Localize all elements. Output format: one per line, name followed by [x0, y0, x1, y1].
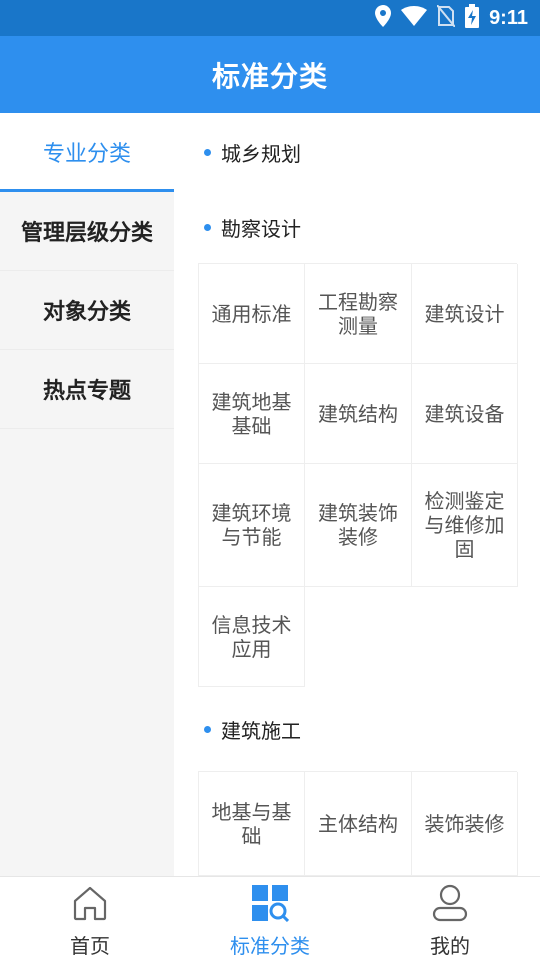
subcategory-grid: 地基与基础 主体结构 装饰装修: [198, 771, 518, 876]
sidebar-item-label: 专业分类: [42, 142, 131, 167]
subcategory-item[interactable]: 建筑环境与节能: [199, 464, 305, 587]
battery-charging-icon: [465, 4, 480, 32]
sidebar-item-hot-topics[interactable]: 热点专题: [0, 350, 174, 429]
subcategory-item[interactable]: 建筑地基基础: [199, 364, 305, 464]
bullet-dot-icon: [204, 148, 211, 156]
section-title: 勘察设计: [221, 216, 301, 241]
nav-label: 我的: [430, 934, 470, 958]
section-title: 城乡规划: [221, 141, 301, 166]
section-header[interactable]: 勘察设计: [174, 191, 540, 263]
subcategory-item[interactable]: 检测鉴定与维修加固: [412, 464, 518, 587]
subcategory-item[interactable]: 建筑设计: [412, 264, 518, 364]
subcategory-item[interactable]: 装饰装修: [412, 772, 518, 876]
subcategory-grid: 通用标准 工程勘察测量 建筑设计 建筑地基基础 建筑结构 建筑设备 建筑环境与节…: [198, 263, 518, 687]
subcategory-item[interactable]: 通用标准: [199, 264, 305, 364]
category-search-icon: [251, 884, 290, 926]
nav-label: 首页: [70, 934, 110, 958]
subcategory-item[interactable]: 信息技术应用: [199, 587, 305, 687]
sidebar-item-management-level[interactable]: 管理层级分类: [0, 192, 174, 271]
location-icon: [375, 5, 392, 31]
subcategory-item[interactable]: 主体结构: [305, 772, 412, 876]
section-header[interactable]: 建筑施工: [174, 687, 540, 771]
nav-item-category[interactable]: 标准分类: [180, 877, 360, 960]
sidebar-item-object[interactable]: 对象分类: [0, 271, 174, 350]
nav-item-home[interactable]: 首页: [0, 877, 180, 960]
sidebar-item-label: 管理层级分类: [20, 221, 153, 246]
sidebar-item-professional[interactable]: 专业分类: [0, 113, 174, 192]
subcategory-item[interactable]: 建筑设备: [412, 364, 518, 464]
nav-item-profile[interactable]: 我的: [360, 877, 540, 960]
no-sim-icon: [436, 4, 456, 31]
nav-label: 标准分类: [230, 934, 310, 958]
category-content[interactable]: 城乡规划 勘察设计 通用标准 工程勘察测量 建筑设计 建筑地基基础 建筑结构 建…: [174, 113, 540, 876]
sidebar-item-label: 热点专题: [42, 379, 131, 404]
home-icon: [71, 884, 109, 926]
subcategory-item[interactable]: 建筑结构: [305, 364, 412, 464]
subcategory-item[interactable]: 建筑装饰装修: [305, 464, 412, 587]
subcategory-item[interactable]: 工程勘察测量: [305, 264, 412, 364]
status-time: 9:11: [489, 6, 528, 29]
section-title: 建筑施工: [221, 718, 301, 743]
bottom-nav: 首页 标准分类 我的: [0, 876, 540, 960]
subcategory-item[interactable]: 地基与基础: [199, 772, 305, 876]
page-title: 标准分类: [211, 59, 328, 93]
status-icons: 9:11: [375, 0, 528, 36]
wifi-icon: [401, 6, 428, 30]
app-header: 标准分类: [0, 36, 540, 113]
category-sidebar: 专业分类 管理层级分类 对象分类 热点专题: [0, 113, 174, 876]
section-header[interactable]: 城乡规划: [174, 113, 540, 191]
user-icon: [431, 884, 469, 926]
bullet-dot-icon: [204, 223, 211, 231]
sidebar-item-label: 对象分类: [42, 300, 131, 325]
bullet-dot-icon: [204, 725, 211, 733]
status-bar: 9:11: [0, 0, 540, 36]
